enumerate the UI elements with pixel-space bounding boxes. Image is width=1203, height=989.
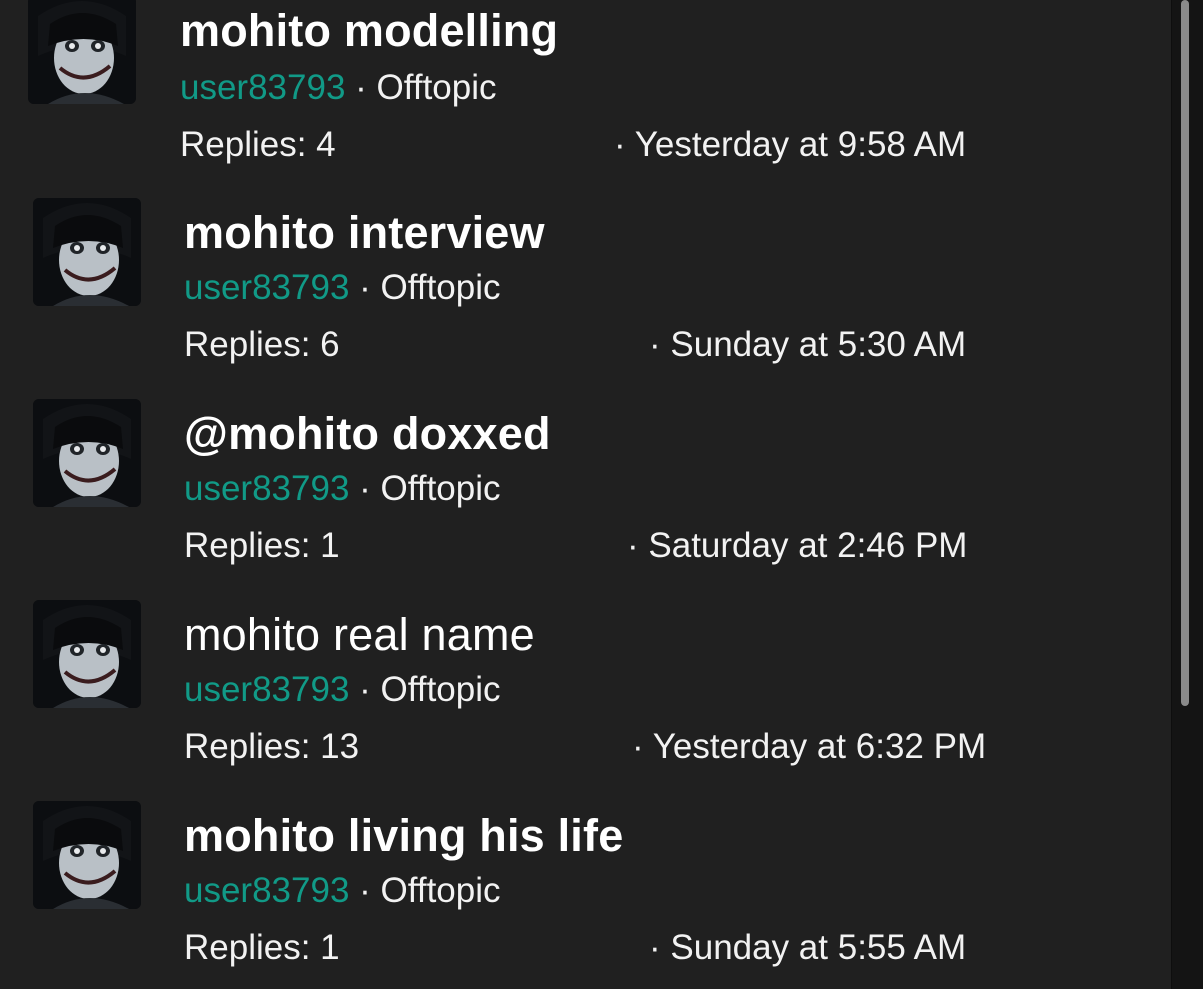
avatar-image-icon xyxy=(33,198,141,306)
thread-item[interactable]: mohito modelling user83793 · Offtopic Re… xyxy=(0,0,1170,200)
forum-link[interactable]: Offtopic xyxy=(377,68,497,107)
forum-link[interactable]: Offtopic xyxy=(381,871,501,910)
author-link[interactable]: user83793 xyxy=(184,268,349,307)
avatar-image-icon xyxy=(33,801,141,909)
user-avatar[interactable] xyxy=(33,801,141,909)
last-post-date[interactable]: · Saturday at 2:46 PM xyxy=(627,525,967,567)
forum-link[interactable]: Offtopic xyxy=(381,469,501,508)
reply-count: Replies: 1 xyxy=(184,928,340,967)
avatar-image-icon xyxy=(33,399,141,507)
meta-separator: · xyxy=(359,670,371,709)
thread-item[interactable]: @mohito doxxed user83793 · Offtopic Repl… xyxy=(0,399,1170,601)
author-link[interactable]: user83793 xyxy=(180,68,345,107)
reply-count: Replies: 13 xyxy=(184,727,360,766)
thread-meta: user83793 · Offtopic xyxy=(184,870,501,912)
thread-title[interactable]: mohito living his life xyxy=(184,810,623,862)
author-link[interactable]: user83793 xyxy=(184,871,349,910)
meta-separator: · xyxy=(359,871,371,910)
last-post-date[interactable]: · Sunday at 5:55 AM xyxy=(649,927,966,969)
thread-meta: user83793 · Offtopic xyxy=(184,468,501,510)
avatar-image-icon xyxy=(33,600,141,708)
thread-title[interactable]: mohito modelling xyxy=(180,5,558,57)
reply-count: Replies: 6 xyxy=(184,325,340,364)
user-avatar[interactable] xyxy=(28,0,136,104)
meta-separator: · xyxy=(359,469,371,508)
thread-item[interactable]: mohito real name user83793 · Offtopic Re… xyxy=(0,600,1170,802)
author-link[interactable]: user83793 xyxy=(184,469,349,508)
forum-link[interactable]: Offtopic xyxy=(381,670,501,709)
avatar-image-icon xyxy=(28,0,136,104)
reply-count: Replies: 4 xyxy=(180,125,336,164)
thread-title[interactable]: mohito interview xyxy=(184,207,545,259)
thread-title[interactable]: @mohito doxxed xyxy=(184,408,551,460)
thread-item[interactable]: mohito living his life user83793 · Offto… xyxy=(0,801,1170,989)
author-link[interactable]: user83793 xyxy=(184,670,349,709)
thread-meta: user83793 · Offtopic xyxy=(184,267,501,309)
scrollbar-track[interactable] xyxy=(1171,0,1203,989)
last-post-date[interactable]: · Yesterday at 9:58 AM xyxy=(614,124,966,166)
scrollbar-thumb[interactable] xyxy=(1181,0,1189,706)
thread-list-page: mohito modelling user83793 · Offtopic Re… xyxy=(0,0,1203,989)
user-avatar[interactable] xyxy=(33,600,141,708)
user-avatar[interactable] xyxy=(33,198,141,306)
thread-meta: user83793 · Offtopic xyxy=(180,67,497,109)
thread-meta: user83793 · Offtopic xyxy=(184,669,501,711)
reply-count: Replies: 1 xyxy=(184,526,340,565)
meta-separator: · xyxy=(359,268,371,307)
meta-separator: · xyxy=(355,68,367,107)
last-post-date[interactable]: · Yesterday at 6:32 PM xyxy=(632,726,986,768)
user-avatar[interactable] xyxy=(33,399,141,507)
last-post-date[interactable]: · Sunday at 5:30 AM xyxy=(649,324,966,366)
thread-item[interactable]: mohito interview user83793 · Offtopic Re… xyxy=(0,198,1170,400)
forum-link[interactable]: Offtopic xyxy=(381,268,501,307)
thread-title[interactable]: mohito real name xyxy=(184,609,535,661)
